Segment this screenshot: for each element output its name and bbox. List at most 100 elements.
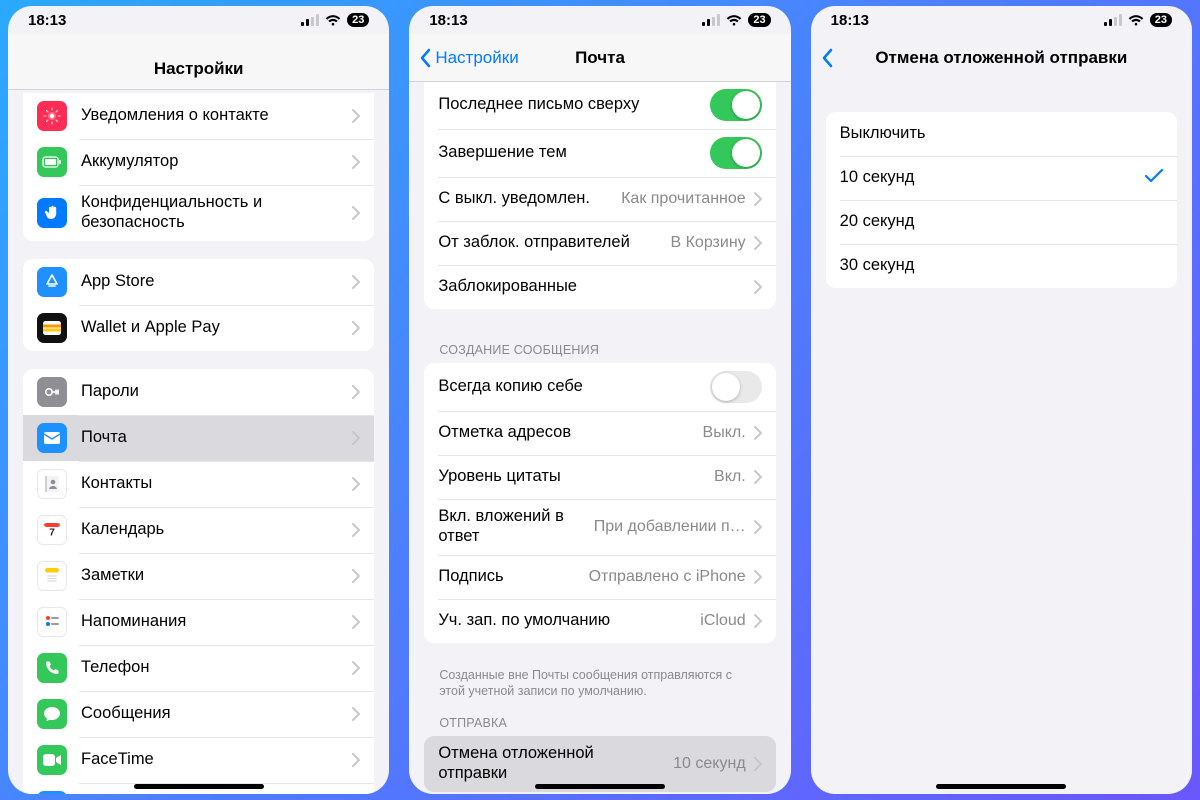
cellular-icon bbox=[1104, 14, 1122, 26]
chevron-right-icon bbox=[754, 192, 762, 206]
row-label: Всегда копию себе bbox=[438, 377, 709, 397]
content: Выключить10 секунд20 секунд30 секунд bbox=[811, 82, 1192, 794]
chevron-right-icon bbox=[352, 155, 360, 169]
status-right: 23 bbox=[702, 13, 770, 27]
key-icon bbox=[37, 377, 67, 407]
settings-row-phone[interactable]: Телефон bbox=[23, 645, 374, 691]
chevron-right-icon bbox=[754, 236, 762, 250]
row-label: От заблок. отправителей bbox=[438, 233, 662, 253]
wifi-icon bbox=[325, 14, 341, 26]
facetime-icon bbox=[37, 745, 67, 775]
undo-send-options: Выключить10 секунд20 секунд30 секунд bbox=[826, 112, 1177, 288]
screen-undo-send-delay: 18:13 23 Отмена отложенной отправки Выкл… bbox=[811, 6, 1192, 794]
mail-icon bbox=[37, 423, 67, 453]
row-detail: Вкл. bbox=[714, 468, 746, 486]
home-indicator[interactable] bbox=[134, 784, 264, 789]
row-detail: iCloud bbox=[700, 612, 745, 630]
toggle[interactable] bbox=[710, 137, 762, 169]
mail-row[interactable]: Заблокированные bbox=[424, 265, 775, 309]
row-label: Завершение тем bbox=[438, 143, 709, 163]
back-button[interactable] bbox=[821, 34, 833, 81]
home-indicator[interactable] bbox=[535, 784, 665, 789]
mail-row[interactable]: Уч. зап. по умолчаниюiCloud bbox=[424, 599, 775, 643]
row-label: Сообщения bbox=[81, 704, 344, 724]
settings-row-appstore[interactable]: App Store bbox=[23, 259, 374, 305]
status-time: 18:13 bbox=[831, 12, 869, 29]
mail-row[interactable]: Всегда копию себе bbox=[424, 363, 775, 411]
back-label: Настройки bbox=[435, 48, 518, 68]
settings-row-wallet[interactable]: Wallet и Apple Pay bbox=[23, 305, 374, 351]
svg-text:7: 7 bbox=[49, 527, 55, 538]
nav-title: Настройки bbox=[154, 59, 244, 79]
chevron-right-icon bbox=[352, 275, 360, 289]
battery-badge: 23 bbox=[748, 13, 770, 27]
settings-row-calendar[interactable]: 7Календарь bbox=[23, 507, 374, 553]
row-label: Напоминания bbox=[81, 612, 344, 632]
row-label: Конфиденциальность и безопасность bbox=[81, 193, 344, 233]
checkmark-icon bbox=[1145, 169, 1163, 188]
settings-row-key[interactable]: Пароли bbox=[23, 369, 374, 415]
nav-title: Отмена отложенной отправки bbox=[875, 48, 1127, 68]
undo-option[interactable]: Выключить bbox=[826, 112, 1177, 156]
content: Последнее письмо сверху Завершение тем С в… bbox=[409, 82, 790, 794]
settings-row-notes[interactable]: Заметки bbox=[23, 553, 374, 599]
chevron-right-icon bbox=[754, 757, 762, 771]
row-label: Вкл. вложений в ответ bbox=[438, 507, 585, 547]
row-label: Почта bbox=[81, 428, 344, 448]
mail-row[interactable]: ПодписьОтправлено с iPhone bbox=[424, 555, 775, 599]
chevron-right-icon bbox=[352, 569, 360, 583]
mail-row[interactable]: Завершение тем bbox=[424, 129, 775, 177]
mail-row[interactable]: Отметка адресовВыкл. bbox=[424, 411, 775, 455]
chevron-right-icon bbox=[352, 523, 360, 537]
toggle[interactable] bbox=[710, 89, 762, 121]
settings-row-mail[interactable]: Почта bbox=[23, 415, 374, 461]
navbar: Отмена отложенной отправки bbox=[811, 34, 1192, 82]
contact-icon bbox=[37, 101, 67, 131]
wallet-icon bbox=[37, 313, 67, 343]
hand-icon bbox=[37, 198, 67, 228]
row-label: Заметки bbox=[81, 566, 344, 586]
settings-row-reminders[interactable]: Напоминания bbox=[23, 599, 374, 645]
settings-row-contact[interactable]: Уведомления о контакте bbox=[23, 93, 374, 139]
settings-row-messages[interactable]: Сообщения bbox=[23, 691, 374, 737]
home-indicator[interactable] bbox=[936, 784, 1066, 789]
settings-row-facetime[interactable]: FaceTime bbox=[23, 737, 374, 783]
row-label: Уровень цитаты bbox=[438, 467, 706, 487]
undo-option[interactable]: 20 секунд bbox=[826, 200, 1177, 244]
messages-icon bbox=[37, 699, 67, 729]
settings-row-battery[interactable]: Аккумулятор bbox=[23, 139, 374, 185]
chevron-right-icon bbox=[352, 109, 360, 123]
mail-row[interactable]: Уровень цитаты Вкл. bbox=[424, 455, 775, 499]
row-label: Телефон bbox=[81, 658, 344, 678]
mail-row[interactable]: От заблок. отправителейВ Корзину bbox=[424, 221, 775, 265]
appstore-icon bbox=[37, 267, 67, 297]
row-detail: 10 секунд bbox=[673, 755, 746, 773]
battery-icon bbox=[37, 147, 67, 177]
row-label: С выкл. уведомлен. bbox=[438, 189, 613, 209]
cellular-icon bbox=[702, 14, 720, 26]
status-right: 23 bbox=[1104, 13, 1172, 27]
chevron-right-icon bbox=[754, 470, 762, 484]
nav-title: Почта bbox=[575, 48, 625, 68]
chevron-right-icon bbox=[352, 206, 360, 220]
settings-row-contacts[interactable]: Контакты bbox=[23, 461, 374, 507]
mail-row[interactable]: Последнее письмо сверху bbox=[424, 82, 775, 129]
battery-badge: 23 bbox=[347, 13, 369, 27]
chevron-right-icon bbox=[352, 615, 360, 629]
row-detail: Выкл. bbox=[703, 424, 746, 442]
undo-option[interactable]: 30 секунд bbox=[826, 244, 1177, 288]
screen-settings: 18:13 23 Настройки Уведомления о контакт… bbox=[8, 6, 389, 794]
mail-row[interactable]: Вкл. вложений в ответПри добавлении п… bbox=[424, 499, 775, 555]
chevron-left-icon bbox=[821, 48, 833, 68]
chevron-right-icon bbox=[754, 520, 762, 534]
chevron-right-icon bbox=[352, 477, 360, 491]
undo-option[interactable]: 10 секунд bbox=[826, 156, 1177, 200]
row-label: Wallet и Apple Pay bbox=[81, 318, 344, 338]
row-label: Отмена отложенной отправки bbox=[438, 744, 665, 784]
mail-row[interactable]: С выкл. уведомлен.Как прочитанное bbox=[424, 177, 775, 221]
toggle[interactable] bbox=[710, 371, 762, 403]
back-button[interactable]: Настройки bbox=[419, 34, 518, 81]
settings-row-hand[interactable]: Конфиденциальность и безопасность bbox=[23, 185, 374, 241]
section-footer-compose: Созданные вне Почты сообщения отправляют… bbox=[409, 661, 790, 713]
contacts-icon bbox=[37, 469, 67, 499]
